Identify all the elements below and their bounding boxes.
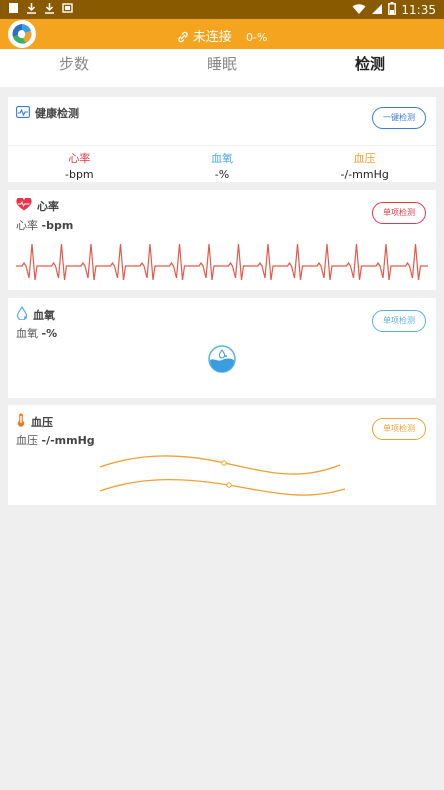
blood-oxygen-detect-button[interactable]: 单项检测 bbox=[372, 310, 426, 332]
tab-detect[interactable]: 检测 bbox=[296, 49, 444, 87]
summary-heart-rate-value: -bpm bbox=[65, 168, 94, 181]
status-time: 11:35 bbox=[401, 3, 436, 17]
heart-rate-subtitle: 心率 -bpm bbox=[16, 217, 73, 233]
blood-oxygen-title-row: 血氧 bbox=[16, 305, 55, 323]
signal-icon bbox=[371, 3, 383, 18]
app-bar: 未连接 0-% bbox=[0, 19, 444, 49]
pulse-chart-icon bbox=[16, 105, 30, 121]
battery-icon bbox=[388, 2, 397, 18]
heart-rate-title: 心率 bbox=[37, 200, 59, 213]
connection-text: 未连接 bbox=[192, 30, 232, 45]
wifi-icon bbox=[352, 3, 366, 18]
health-summary: 心率 -bpm 血氧 -% 血压 -/-mmHg bbox=[8, 146, 436, 182]
summary-blood-pressure: 血压 -/-mmHg bbox=[293, 146, 436, 182]
unlink-icon bbox=[177, 31, 189, 47]
blood-oxygen-sub-value: -% bbox=[41, 327, 58, 340]
blood-pressure-card: 血压 血压 -/-mmHg 单项检测 bbox=[8, 405, 436, 505]
blood-pressure-sub-label: 血压 bbox=[16, 434, 38, 447]
blood-pressure-subtitle: 血压 -/-mmHg bbox=[16, 432, 95, 448]
heart-rate-title-row: 心率 bbox=[16, 197, 59, 214]
thermometer-icon bbox=[16, 413, 26, 430]
summary-blood-oxygen-label: 血氧 bbox=[211, 152, 233, 165]
notification-icon bbox=[8, 2, 19, 14]
heart-rate-sub-label: 心率 bbox=[16, 219, 38, 232]
water-drop-icon bbox=[16, 305, 28, 323]
download-icon bbox=[26, 2, 37, 14]
heart-rate-card: 心率 心率 -bpm 单项检测 bbox=[8, 190, 436, 290]
image-icon bbox=[62, 2, 73, 14]
heart-rate-detect-button[interactable]: 单项检测 bbox=[372, 202, 426, 224]
blood-pressure-title: 血压 bbox=[31, 415, 53, 429]
summary-blood-oxygen: 血氧 -% bbox=[151, 146, 294, 182]
blood-pressure-sub-value: -/-mmHg bbox=[41, 434, 95, 447]
health-check-card: 健康检测 一键检测 bbox=[8, 97, 436, 145]
blood-oxygen-sub-label: 血氧 bbox=[16, 327, 38, 340]
status-bar: 11:35 bbox=[0, 0, 444, 19]
heart-rate-waveform bbox=[16, 243, 428, 281]
summary-blood-pressure-label: 血压 bbox=[353, 152, 376, 165]
tab-bar: 步数 睡眠 检测 bbox=[0, 49, 444, 87]
health-check-title: 健康检测 bbox=[35, 107, 79, 120]
summary-heart-rate-label: 心率 bbox=[68, 152, 91, 165]
connection-status: 未连接 0-% bbox=[0, 26, 444, 47]
blood-oxygen-subtitle: 血氧 -% bbox=[16, 325, 57, 341]
blood-oxygen-card: 血氧 血氧 -% 单项检测 bbox=[8, 298, 436, 398]
heart-pulse-icon bbox=[16, 197, 32, 214]
tab-steps[interactable]: 步数 bbox=[0, 49, 148, 87]
download-icon bbox=[44, 2, 55, 14]
summary-heart-rate: 心率 -bpm bbox=[8, 146, 151, 182]
oxygen-drop-icon bbox=[208, 345, 236, 373]
one-key-detect-button[interactable]: 一键检测 bbox=[372, 107, 426, 129]
battery-level: 0-% bbox=[245, 31, 268, 44]
blood-oxygen-title: 血氧 bbox=[33, 308, 55, 322]
blood-pressure-waves bbox=[100, 455, 346, 496]
tab-sleep[interactable]: 睡眠 bbox=[148, 49, 296, 87]
blood-pressure-detect-button[interactable]: 单项检测 bbox=[372, 418, 426, 440]
summary-blood-pressure-value: -/-mmHg bbox=[340, 168, 389, 181]
summary-blood-oxygen-value: -% bbox=[214, 168, 230, 181]
blood-pressure-title-row: 血压 bbox=[16, 413, 53, 430]
heart-rate-sub-value: -bpm bbox=[41, 219, 74, 232]
health-check-title-row: 健康检测 bbox=[16, 105, 79, 121]
